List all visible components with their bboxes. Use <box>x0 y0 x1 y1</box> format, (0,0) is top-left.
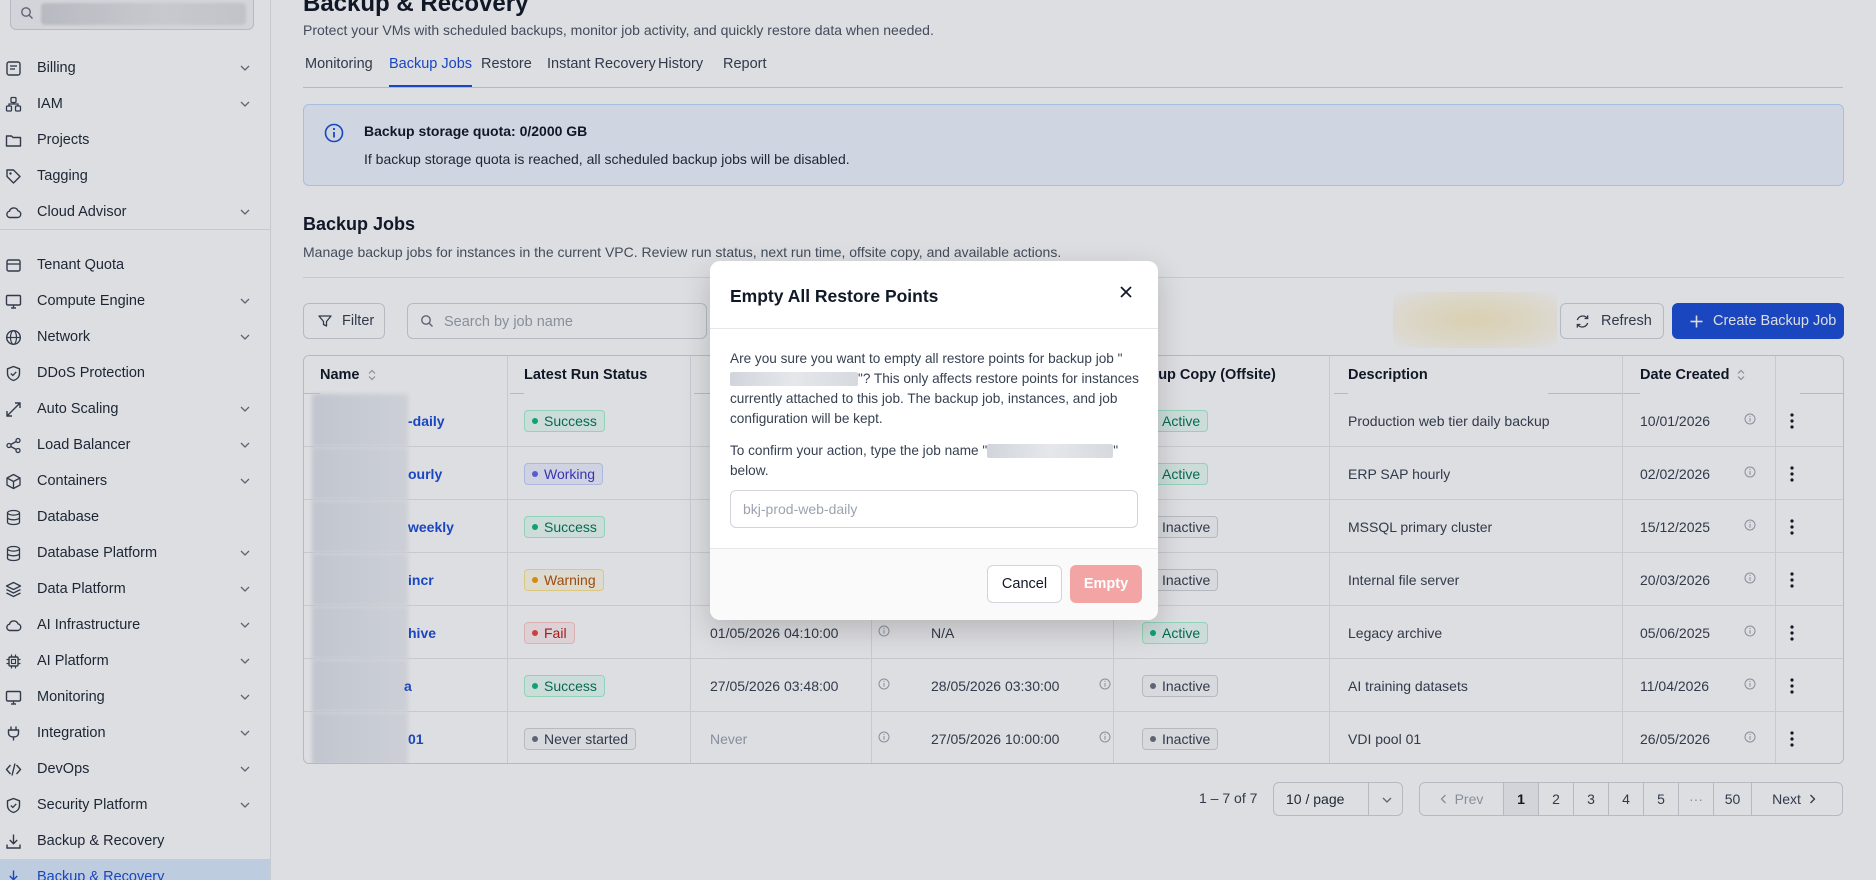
redacted-job-name <box>730 372 858 387</box>
cancel-button[interactable]: Cancel <box>987 565 1062 603</box>
dialog-footer: Cancel Empty <box>710 548 1158 620</box>
empty-button[interactable]: Empty <box>1070 565 1142 603</box>
dialog-header: Empty All Restore Points <box>710 261 1158 329</box>
dialog-body: Are you sure you want to empty all resto… <box>730 349 1142 493</box>
close-icon[interactable] <box>1118 284 1134 300</box>
confirm-part2: below. <box>730 463 769 478</box>
dialog-title: Empty All Restore Points <box>730 286 939 306</box>
empty-restore-points-dialog: Empty All Restore Points Are you sure yo… <box>710 261 1158 620</box>
redacted-job-name <box>987 444 1114 459</box>
confirm-part1: To confirm your action, type the job nam… <box>730 443 979 458</box>
confirm-job-name-input[interactable] <box>730 490 1138 528</box>
message-part1: Are you sure you want to empty all resto… <box>730 351 1114 366</box>
dialog-message: Are you sure you want to empty all resto… <box>730 351 1139 426</box>
dialog-confirm-instruction: To confirm your action, type the job nam… <box>730 443 1119 478</box>
